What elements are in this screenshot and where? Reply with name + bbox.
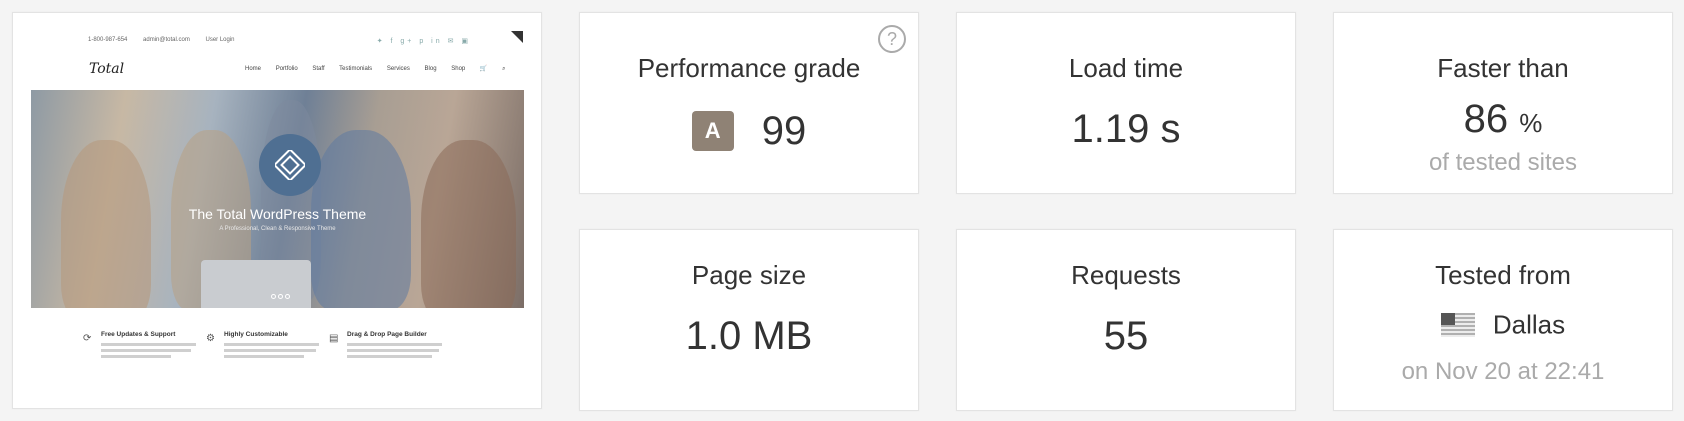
faster-than-sub: of tested sites	[1428, 149, 1578, 176]
faster-than-number: 86	[1463, 97, 1509, 141]
page-size-card: Page size 1.0 MB	[579, 229, 919, 411]
feature-title: Drag & Drop Page Builder	[347, 331, 427, 338]
requests-card: Requests 55	[956, 229, 1296, 411]
load-time-card: Load time 1.19 s	[956, 12, 1296, 194]
load-time-value: 1.19 s	[1071, 107, 1181, 151]
document-icon: ▤	[329, 333, 339, 344]
corner-ribbon	[511, 31, 523, 43]
page-size-label: Page size	[691, 260, 807, 290]
text-line	[101, 355, 171, 358]
search-icon: ⌕	[502, 66, 506, 72]
text-line	[347, 355, 432, 358]
slider-dots	[271, 286, 292, 304]
nav-item: Testimonials	[339, 66, 373, 72]
requests-value: 55	[1103, 314, 1149, 358]
feature-title: Highly Customizable	[224, 331, 288, 338]
login-text: User Login	[205, 37, 235, 43]
hero-subtitle: A Professional, Clean & Responsive Theme	[219, 226, 336, 232]
person-figure	[421, 140, 516, 308]
cart-icon: 🛒	[479, 66, 488, 72]
performance-grade-label: Performance grade	[637, 53, 861, 83]
site-logo: Total	[89, 61, 125, 77]
nav-item: Staff	[312, 66, 325, 72]
person-figure	[61, 140, 151, 308]
nav-item: Blog	[424, 66, 437, 72]
page-size-value: 1.0 MB	[685, 314, 813, 358]
refresh-icon: ⟳	[83, 333, 92, 344]
nav-item: Services	[386, 66, 410, 72]
text-line	[224, 343, 319, 346]
help-icon[interactable]: ?	[878, 25, 906, 53]
tested-from-label: Tested from	[1435, 260, 1571, 290]
tested-date: on Nov 20 at 22:41	[1401, 358, 1605, 385]
percent-unit: %	[1519, 108, 1543, 138]
text-line	[101, 349, 191, 352]
text-line	[224, 355, 304, 358]
performance-score: 99	[761, 108, 807, 153]
nav-item: Home	[245, 66, 262, 72]
hero-image: The Total WordPress Theme A Professional…	[31, 90, 524, 308]
phone-text: 1-800-987-654	[88, 37, 128, 43]
nav-item: Portfolio	[275, 66, 298, 72]
text-line	[224, 349, 316, 352]
location-name: Dallas	[1492, 309, 1566, 340]
faster-than-value: 86 %	[1334, 97, 1672, 142]
site-screenshot: 1-800-987-654 admin@total.com User Login…	[12, 12, 542, 409]
text-line	[347, 343, 442, 346]
laptop	[201, 260, 311, 308]
nav-item: Shop	[451, 66, 466, 72]
grade-badge: A	[691, 111, 734, 152]
faster-than-card: Faster than 86 % of tested sites	[1333, 12, 1673, 194]
hero-title: The Total WordPress Theme	[188, 206, 367, 222]
performance-grade-card: Performance grade A 99 ?	[579, 12, 919, 194]
requests-label: Requests	[1071, 260, 1181, 290]
theme-logo-icon	[259, 134, 321, 196]
performance-grade-value: A 99	[580, 107, 918, 154]
tested-from-location: Dallas	[1334, 308, 1672, 341]
tested-from-card: Tested from Dallas on Nov 20 at 22:41	[1333, 229, 1673, 411]
email-text: admin@total.com	[143, 37, 190, 43]
text-line	[347, 349, 439, 352]
text-line	[101, 343, 196, 346]
us-flag-icon	[1440, 313, 1475, 338]
load-time-label: Load time	[1068, 53, 1184, 83]
site-nav: Home Portfolio Staff Testimonials Servic…	[245, 65, 518, 73]
feature-title: Free Updates & Support	[101, 331, 176, 338]
faster-than-label: Faster than	[1437, 53, 1569, 83]
social-icons: ✦ f g+ p in ✉ ▣	[376, 38, 471, 45]
gears-icon: ⚙	[206, 333, 215, 344]
